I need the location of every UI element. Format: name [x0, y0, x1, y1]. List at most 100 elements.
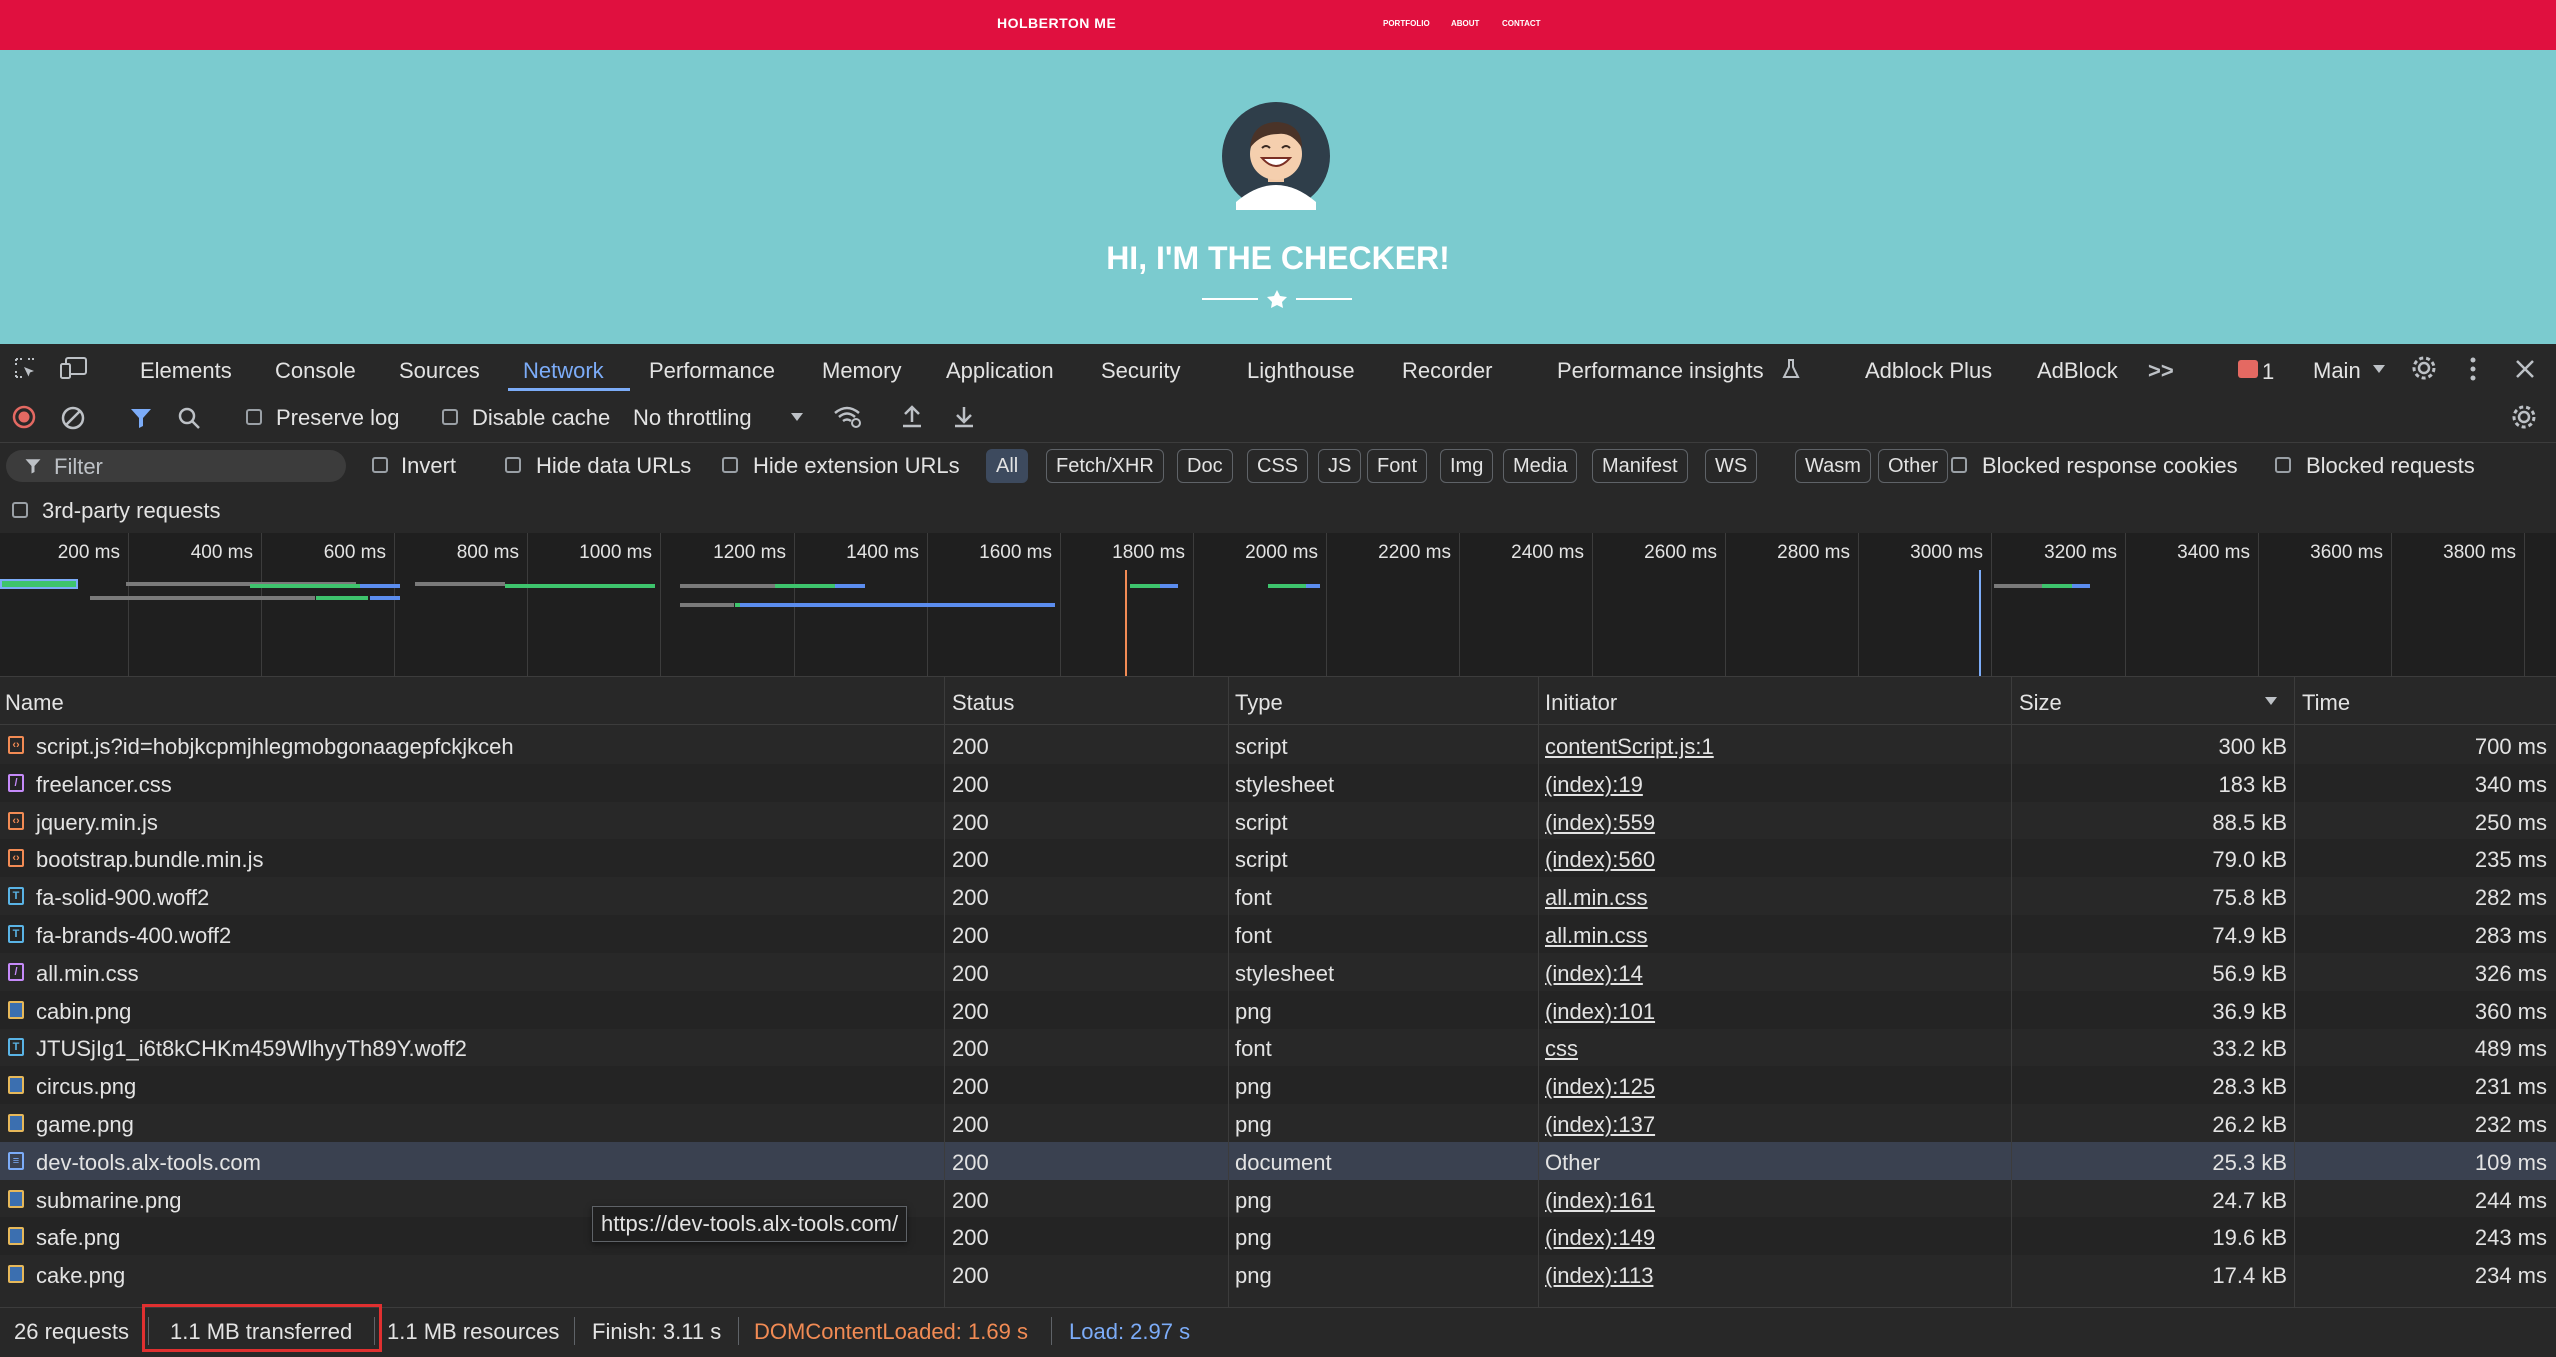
request-initiator[interactable]: (index):161 [1545, 1188, 1655, 1214]
column-header-status[interactable]: Status [952, 690, 1014, 716]
error-count[interactable]: 1 [2262, 359, 2274, 385]
tab-recorder[interactable]: Recorder [1402, 358, 1492, 384]
request-initiator[interactable]: (index):149 [1545, 1225, 1655, 1251]
column-divider[interactable] [944, 677, 945, 1307]
import-har-icon[interactable] [900, 404, 924, 430]
table-row[interactable]: safe.png 200 png (index):149 19.6 kB 243 ms [0, 1217, 2556, 1255]
table-row[interactable]: Tfa-brands-400.woff2 200 font all.min.css 74… [0, 915, 2556, 953]
tab-application[interactable]: Application [946, 358, 1054, 384]
tab-adblock[interactable]: AdBlock [2037, 358, 2118, 384]
request-initiator[interactable]: all.min.css [1545, 885, 1648, 911]
table-row[interactable]: circus.png 200 png (index):125 28.3 kB 231 ms [0, 1066, 2556, 1104]
blocked-requests-checkbox[interactable] [2275, 457, 2291, 473]
tab-network[interactable]: Network [523, 358, 604, 384]
table-row[interactable]: ‹› script.js?id=hobjkcpmjhlegmobgonaagepf… [0, 726, 2556, 764]
filter-chip-js[interactable]: JS [1318, 449, 1362, 483]
filter-chip-ws[interactable]: WS [1705, 449, 1758, 483]
tab-lighthouse[interactable]: Lighthouse [1247, 358, 1355, 384]
nav-link-about[interactable]: ABOUT [1451, 19, 1479, 28]
filter-chip-manifest[interactable]: Manifest [1592, 449, 1688, 483]
context-selector[interactable]: Main [2313, 358, 2361, 384]
invert-checkbox[interactable] [372, 457, 388, 473]
network-conditions-icon[interactable] [832, 404, 864, 430]
tab-elements[interactable]: Elements [140, 358, 232, 384]
tab-performance-insights[interactable]: Performance insights [1557, 358, 1764, 384]
filter-chip-doc[interactable]: Doc [1177, 449, 1233, 483]
hide-data-urls-checkbox[interactable] [505, 457, 521, 473]
request-initiator[interactable]: (index):560 [1545, 847, 1655, 873]
filter-chip-other[interactable]: Other [1878, 449, 1949, 483]
tab-console[interactable]: Console [275, 358, 356, 384]
column-divider[interactable] [2294, 677, 2295, 1307]
close-icon[interactable] [2514, 358, 2536, 380]
tab-security[interactable]: Security [1101, 358, 1180, 384]
preserve-log-checkbox[interactable] [246, 409, 262, 425]
request-initiator[interactable]: css [1545, 1036, 1578, 1062]
request-initiator[interactable]: (index):101 [1545, 999, 1655, 1025]
tab-memory[interactable]: Memory [822, 358, 901, 384]
clear-icon[interactable] [60, 405, 86, 431]
table-row[interactable]: ‹› bootstrap.bundle.min.js 200 script (index… [0, 839, 2556, 877]
request-initiator[interactable]: all.min.css [1545, 923, 1648, 949]
third-party-requests-checkbox[interactable] [12, 502, 28, 518]
table-row[interactable]: cabin.png 200 png (index):101 36.9 kB 360 ms [0, 991, 2556, 1029]
more-options-icon[interactable] [2466, 356, 2480, 382]
table-row[interactable]: game.png 200 png (index):137 26.2 kB 232 ms [0, 1104, 2556, 1142]
request-initiator[interactable]: (index):113 [1545, 1263, 1653, 1289]
network-settings-gear-icon[interactable] [2510, 403, 2538, 431]
request-initiator[interactable]: (index):19 [1545, 772, 1643, 798]
filter-chip-media[interactable]: Media [1503, 449, 1578, 483]
table-row[interactable]: ‹› jquery.min.js 200 script (index):559 88.5 … [0, 802, 2556, 840]
tab-adblock-plus[interactable]: Adblock Plus [1865, 358, 1992, 384]
export-har-icon[interactable] [952, 404, 976, 430]
table-row[interactable]: submarine.png 200 png (index):161 24.7 kB 244… [0, 1180, 2556, 1218]
filter-chip-all[interactable]: All [986, 449, 1029, 483]
column-divider[interactable] [1228, 677, 1229, 1307]
throttling-select[interactable]: No throttling [633, 405, 752, 431]
column-divider[interactable] [2011, 677, 2012, 1307]
filter-chip-wasm[interactable]: Wasm [1795, 449, 1871, 483]
request-initiator[interactable]: (index):14 [1545, 961, 1643, 987]
filter-input[interactable]: Filter [6, 450, 346, 482]
filter-chip-font[interactable]: Font [1367, 449, 1428, 483]
tab-performance[interactable]: Performance [649, 358, 775, 384]
search-icon[interactable] [177, 406, 201, 430]
column-header-name[interactable]: Name [5, 690, 64, 716]
nav-link-contact[interactable]: CONTACT [1502, 19, 1541, 28]
table-row[interactable]: ≡ dev-tools.alx-tools.com 200 document Other… [0, 1142, 2556, 1180]
disable-cache-checkbox[interactable] [442, 409, 458, 425]
nav-link-portfolio[interactable]: PORTFOLIO [1383, 19, 1430, 28]
table-row[interactable]: / freelancer.css 200 stylesheet (index):19 18… [0, 764, 2556, 802]
gear-icon[interactable] [2410, 354, 2438, 382]
table-row[interactable]: cake.png 200 png (index):113 17.4 kB 234 ms [0, 1255, 2556, 1293]
tab-sources[interactable]: Sources [399, 358, 480, 384]
device-toolbar-icon[interactable] [60, 356, 88, 380]
table-row[interactable]: Tfa-solid-900.woff2 200 font all.min.css 75.… [0, 877, 2556, 915]
column-header-initiator[interactable]: Initiator [1545, 690, 1617, 716]
chevron-down-icon[interactable] [790, 412, 804, 422]
chevron-down-icon[interactable] [2372, 364, 2386, 374]
request-initiator[interactable]: (index):559 [1545, 810, 1655, 836]
filter-chip-css[interactable]: CSS [1247, 449, 1309, 483]
avatar [1222, 102, 1330, 210]
column-header-size[interactable]: Size [2019, 690, 2062, 716]
request-initiator[interactable]: (index):137 [1545, 1112, 1655, 1138]
blocked-response-cookies-checkbox[interactable] [1951, 457, 1967, 473]
request-initiator[interactable]: contentScript.js:1 [1545, 734, 1714, 760]
column-header-type[interactable]: Type [1235, 690, 1283, 716]
sort-descending-icon[interactable] [2264, 696, 2278, 706]
filter-chip-img[interactable]: Img [1440, 449, 1494, 483]
table-row[interactable]: T JTUSjIg1_i6t8kCHKm459WlhyyTh89Y.woff2 20… [0, 1028, 2556, 1066]
error-icon[interactable] [2238, 360, 2258, 378]
hide-extension-urls-checkbox[interactable] [722, 457, 738, 473]
record-stop-icon[interactable] [12, 405, 36, 429]
table-row[interactable]: / all.min.css 200 stylesheet (index):14 56.9 … [0, 953, 2556, 991]
inspect-element-icon[interactable] [13, 356, 37, 380]
filter-icon[interactable] [129, 406, 153, 430]
column-header-time[interactable]: Time [2302, 690, 2350, 716]
site-brand[interactable]: HOLBERTON ME [997, 15, 1116, 31]
filter-chip-fetch-xhr[interactable]: Fetch/XHR [1046, 449, 1164, 483]
column-divider[interactable] [1538, 677, 1539, 1307]
request-initiator[interactable]: (index):125 [1545, 1074, 1655, 1100]
more-tabs-chevron-icon[interactable]: >> [2148, 358, 2174, 384]
